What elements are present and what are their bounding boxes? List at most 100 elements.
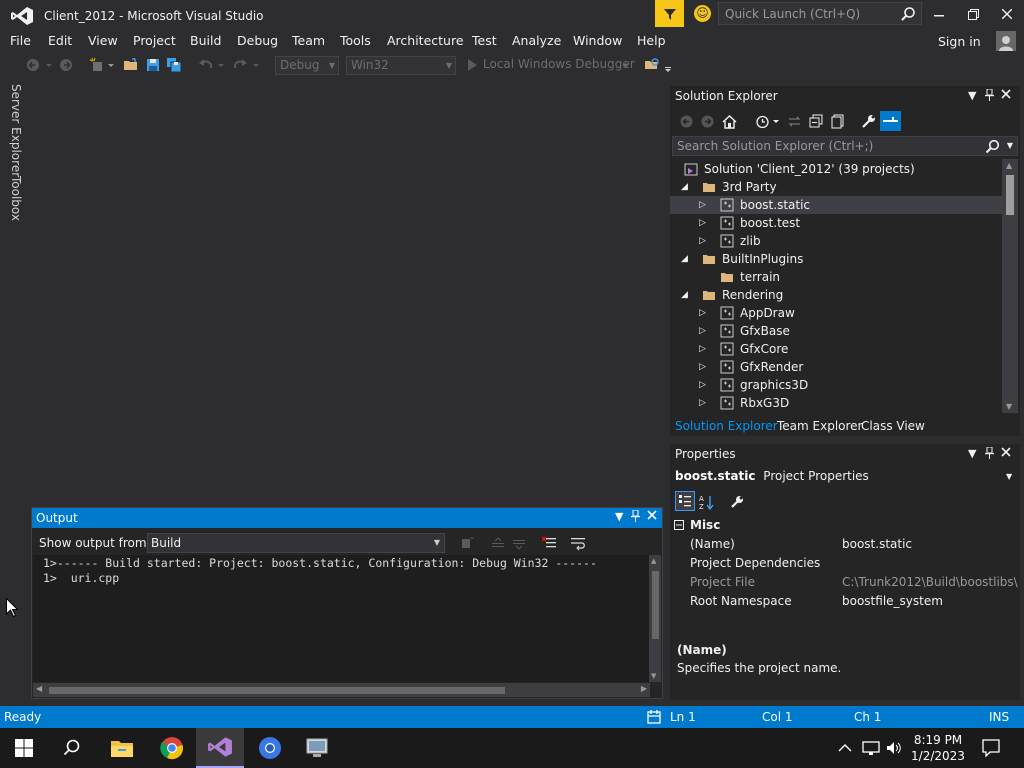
- alphabetical-sort-icon[interactable]: AZ: [699, 494, 716, 511]
- back-dropdown-icon[interactable]: [45, 57, 53, 73]
- menu-debug[interactable]: Debug: [237, 33, 278, 48]
- expanded-arrow-icon[interactable]: ◢: [681, 286, 691, 304]
- pending-changes-filter-icon[interactable]: [754, 113, 771, 130]
- minimize-button[interactable]: [922, 0, 956, 28]
- start-button[interactable]: [0, 728, 48, 768]
- navigate-forward-icon[interactable]: [58, 57, 74, 73]
- server-explorer-tab[interactable]: Server Explorer: [9, 84, 23, 177]
- undo-icon[interactable]: [198, 57, 214, 73]
- property-row-project-dependencies[interactable]: Project Dependencies: [670, 554, 1020, 573]
- output-pane-header[interactable]: Output ▼: [32, 508, 662, 528]
- collapsed-arrow-icon[interactable]: ▷: [699, 358, 709, 376]
- collapse-category-icon[interactable]: [674, 520, 684, 530]
- close-button[interactable]: [990, 0, 1024, 28]
- sign-in-link[interactable]: Sign in: [938, 34, 981, 49]
- tree-node-project-graphics3d[interactable]: ▷ graphics3D: [670, 376, 1002, 394]
- find-message-icon[interactable]: [460, 535, 476, 551]
- debugger-dropdown-icon[interactable]: [622, 57, 630, 73]
- network-status-button[interactable]: [862, 728, 880, 768]
- property-value[interactable]: boost.static: [842, 535, 1018, 554]
- show-all-files-icon[interactable]: [830, 113, 847, 130]
- tab-class-view[interactable]: Class View: [861, 419, 925, 433]
- tree-node-project-rbxg3d[interactable]: ▷ RbxG3D: [670, 394, 1002, 411]
- toolbar-overflow-icon[interactable]: [664, 57, 672, 73]
- scroll-up-icon[interactable]: ▲: [1006, 161, 1012, 170]
- scroll-right-icon[interactable]: ▶: [641, 684, 647, 693]
- volume-button[interactable]: [886, 728, 902, 768]
- menu-help[interactable]: Help: [637, 33, 666, 48]
- menu-analyze[interactable]: Analyze: [512, 33, 561, 48]
- tree-node-project-boost-static[interactable]: ▷ boost.static: [670, 196, 1002, 214]
- taskbar-chromium[interactable]: [246, 728, 294, 768]
- taskbar-search-button[interactable]: [48, 728, 96, 768]
- collapsed-arrow-icon[interactable]: ▷: [699, 304, 709, 322]
- expanded-arrow-icon[interactable]: ◢: [681, 178, 691, 196]
- toolbox-tab[interactable]: Toolbox: [9, 176, 23, 221]
- collapsed-arrow-icon[interactable]: ▷: [699, 214, 709, 232]
- tree-node-folder-terrain[interactable]: terrain: [670, 268, 1002, 286]
- tab-solution-explorer[interactable]: Solution Explorer: [675, 419, 778, 433]
- save-all-icon[interactable]: [166, 57, 182, 73]
- close-pane-icon[interactable]: [1001, 89, 1011, 102]
- output-vertical-scrollbar[interactable]: ▲ ▼: [649, 555, 661, 682]
- scroll-down-icon[interactable]: ▼: [651, 672, 656, 680]
- find-in-files-icon[interactable]: [644, 57, 660, 73]
- menu-view[interactable]: View: [88, 33, 118, 48]
- search-icon[interactable]: [985, 139, 1000, 154]
- taskbar-visual-studio[interactable]: [196, 728, 244, 768]
- quick-launch-input[interactable]: Quick Launch (Ctrl+Q): [718, 2, 922, 25]
- property-value[interactable]: boostfile_system: [842, 592, 1018, 611]
- next-message-icon[interactable]: [511, 535, 527, 551]
- clear-all-icon[interactable]: [542, 535, 558, 551]
- menu-file[interactable]: File: [10, 33, 31, 48]
- categorized-view-icon[interactable]: [675, 491, 695, 511]
- tree-node-project-gfxcore[interactable]: ▷ GfxCore: [670, 340, 1002, 358]
- action-center-button[interactable]: [982, 728, 1000, 768]
- sync-with-document-icon[interactable]: [786, 113, 803, 130]
- tree-node-project-gfxbase[interactable]: ▷ GfxBase: [670, 322, 1002, 340]
- back-icon[interactable]: [678, 113, 695, 130]
- previous-message-icon[interactable]: [490, 535, 506, 551]
- menu-test[interactable]: Test: [472, 33, 497, 48]
- solution-configuration-select[interactable]: Debug ▼: [275, 56, 339, 75]
- window-position-dropdown-icon[interactable]: ▼: [968, 447, 976, 460]
- menu-architecture[interactable]: Architecture: [387, 33, 464, 48]
- menu-team[interactable]: Team: [292, 33, 325, 48]
- collapsed-arrow-icon[interactable]: ▷: [699, 340, 709, 358]
- word-wrap-icon[interactable]: [570, 535, 586, 551]
- taskbar-remote-desktop[interactable]: [294, 728, 342, 768]
- collapsed-arrow-icon[interactable]: ▷: [699, 394, 709, 411]
- solution-platform-select[interactable]: Win32 ▼: [346, 56, 456, 75]
- tab-team-explorer[interactable]: Team Explorer: [777, 419, 863, 433]
- new-project-icon[interactable]: [89, 57, 105, 73]
- show-hidden-icons-button[interactable]: [838, 728, 852, 768]
- tree-node-solution[interactable]: Solution 'Client_2012' (39 projects): [670, 160, 1002, 178]
- window-position-dropdown-icon[interactable]: ▼: [968, 89, 976, 102]
- solution-tree-scrollbar[interactable]: ▲ ▼: [1002, 159, 1018, 413]
- output-text-area[interactable]: 1>------ Build started: Project: boost.s…: [33, 555, 650, 682]
- scroll-thumb[interactable]: [652, 571, 659, 639]
- scroll-up-icon[interactable]: ▲: [651, 557, 656, 565]
- scroll-thumb[interactable]: [1006, 175, 1014, 215]
- new-dropdown-icon[interactable]: [107, 57, 115, 73]
- property-pages-wrench-icon[interactable]: [729, 494, 745, 510]
- open-file-icon[interactable]: [123, 57, 139, 73]
- redo-icon[interactable]: [232, 57, 248, 73]
- redo-dropdown-icon[interactable]: [252, 57, 260, 73]
- property-row-root-namespace[interactable]: Root Namespace boostfile_system: [670, 592, 1020, 611]
- undo-dropdown-icon[interactable]: [217, 57, 225, 73]
- menu-build[interactable]: Build: [190, 33, 221, 48]
- tree-node-project-zlib[interactable]: ▷ zlib: [670, 232, 1002, 250]
- notification-filter-icon[interactable]: [655, 0, 684, 27]
- properties-wrench-icon[interactable]: [860, 113, 877, 130]
- taskbar-file-explorer[interactable]: [98, 728, 146, 768]
- menu-window[interactable]: Window: [573, 33, 622, 48]
- pin-icon[interactable]: [985, 446, 994, 462]
- account-avatar-icon[interactable]: [996, 31, 1016, 51]
- output-source-select[interactable]: Build ▼: [147, 533, 445, 553]
- chevron-down-icon[interactable]: ▼: [1006, 472, 1012, 481]
- scroll-thumb[interactable]: [49, 687, 505, 694]
- scroll-left-icon[interactable]: ◀: [36, 684, 42, 693]
- collapsed-arrow-icon[interactable]: ▷: [699, 322, 709, 340]
- property-category-misc[interactable]: Misc: [670, 516, 1020, 535]
